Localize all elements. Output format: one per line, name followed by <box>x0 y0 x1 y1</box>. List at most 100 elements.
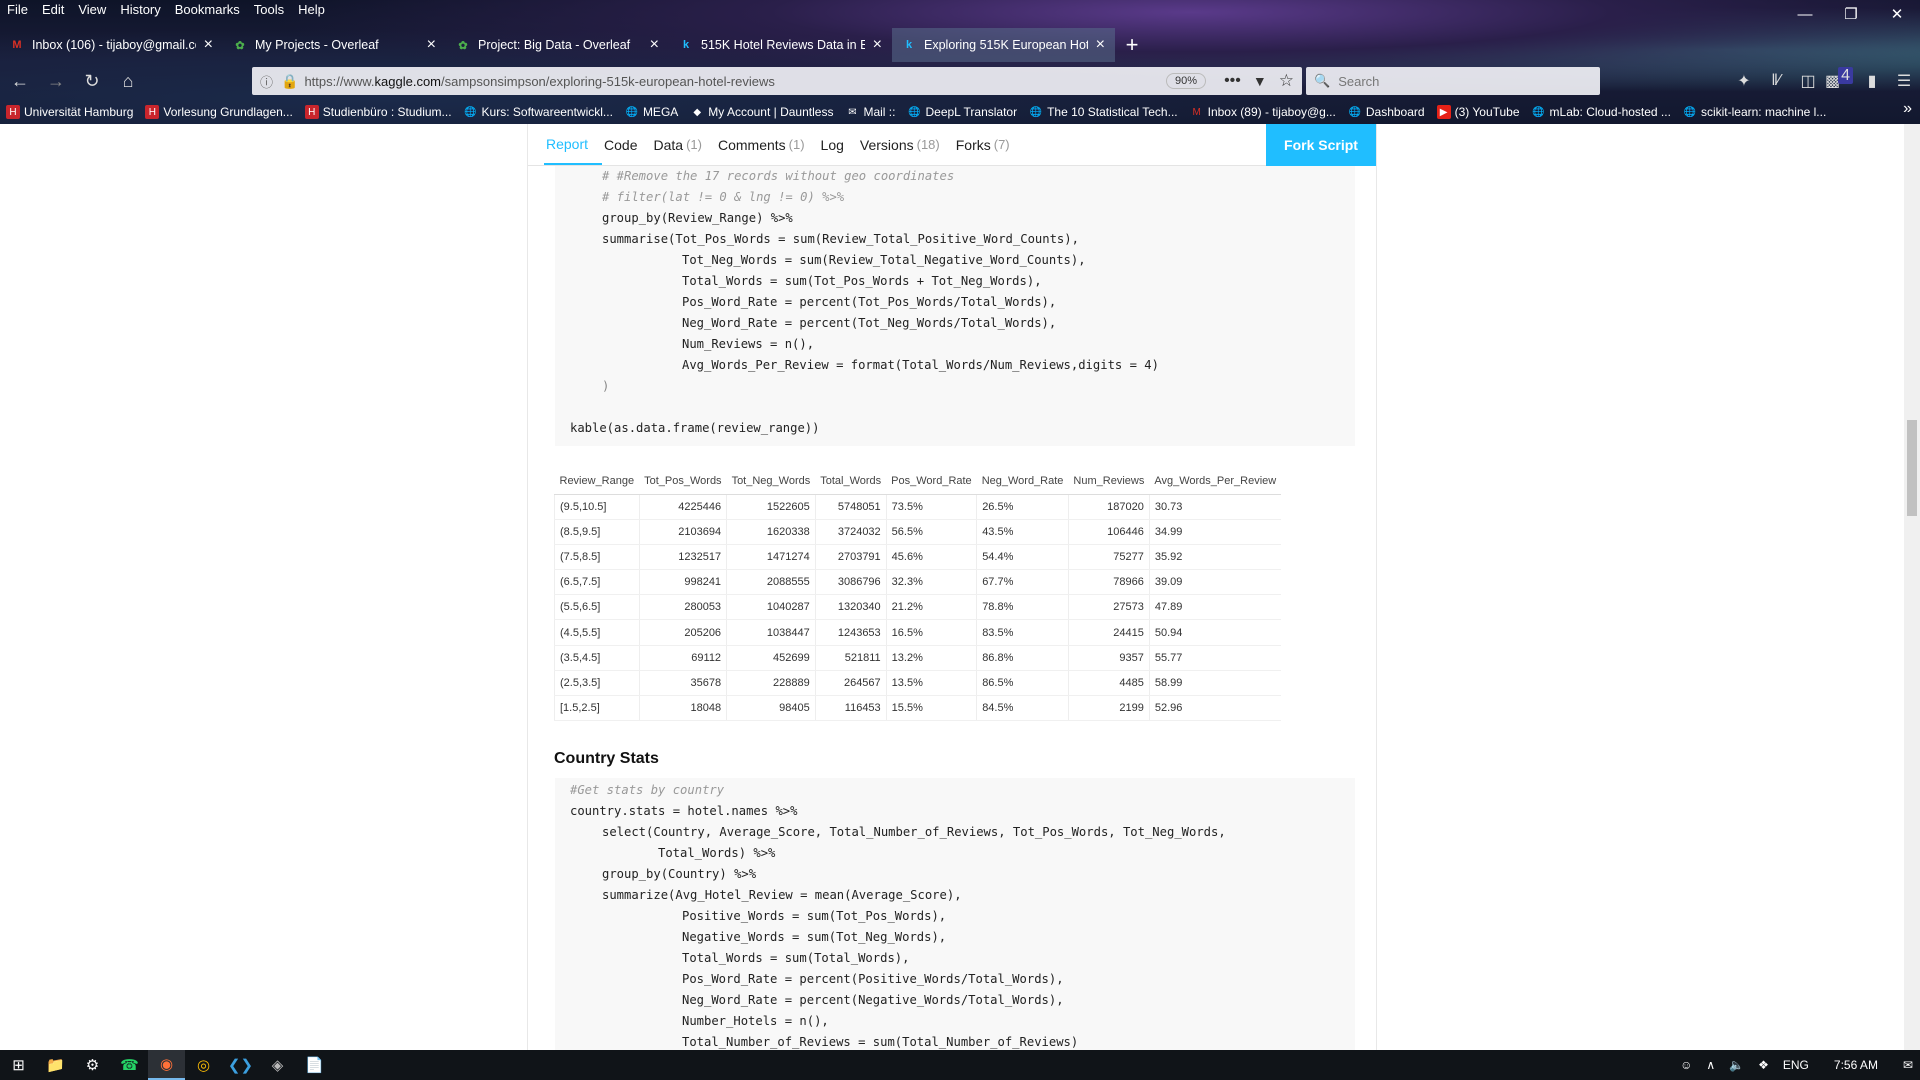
vscode-icon[interactable]: ❮❯ <box>222 1050 259 1080</box>
url-text: https://www.kaggle.com/sampsonsimpson/ex… <box>304 73 775 89</box>
menu-history[interactable]: History <box>113 0 167 20</box>
column-header: Tot_Neg_Words <box>726 468 816 495</box>
windows-start-icon[interactable]: ⊞ <box>0 1050 37 1080</box>
column-header: Tot_Pos_Words <box>639 468 727 495</box>
bookmark-item[interactable]: M Inbox (89) - tijaboy@g... <box>1184 105 1342 119</box>
globe-icon: 🌐 <box>1532 106 1545 118</box>
table-cell: 1522605 <box>726 494 816 520</box>
table-cell: 39.09 <box>1149 569 1282 596</box>
close-window-icon[interactable]: ✕ <box>1874 0 1920 28</box>
browser-tab[interactable]: ✿ My Projects - Overleaf × <box>223 28 446 62</box>
library-icon[interactable]: ‖⁄ <box>1760 72 1792 90</box>
steam-icon[interactable]: ⚙ <box>74 1050 111 1080</box>
minimize-icon[interactable]: — <box>1782 0 1828 28</box>
chrome-icon[interactable]: ◎ <box>185 1050 222 1080</box>
fork-script-button[interactable]: Fork Script <box>1266 124 1376 166</box>
search-input[interactable]: 🔍 Search <box>1306 67 1600 95</box>
menu-view[interactable]: View <box>71 0 113 20</box>
people-icon[interactable]: ☺ <box>1673 1058 1699 1072</box>
bookmark-item[interactable]: ✉ Mail :: <box>839 105 901 119</box>
tab-log[interactable]: Log <box>819 124 858 165</box>
bookmark-item[interactable]: H Vorlesung Grundlagen... <box>139 105 298 119</box>
tab-versions[interactable]: Versions (18) <box>858 124 954 165</box>
table-cell: 2103694 <box>639 519 728 545</box>
dropbox-icon[interactable]: ❖ <box>1751 1058 1776 1072</box>
table-row: (7.5,8.5] 1232517 1471274 2703791 45.6% 54.4%… <box>554 544 1282 571</box>
addon-icon[interactable]: ▮ <box>1856 71 1888 91</box>
sidebar-icon[interactable]: ◫ <box>1792 71 1824 91</box>
bookmark-item[interactable]: 🌐 mLab: Cloud-hosted ... <box>1526 105 1677 119</box>
language-indicator[interactable]: ENG <box>1776 1058 1816 1072</box>
new-tab-icon[interactable]: + <box>1115 28 1149 62</box>
browser-tab[interactable]: k 515K Hotel Reviews Data in Eur × <box>669 28 892 62</box>
code-line: Pos_Word_Rate = percent(Positive_Words/T… <box>682 972 1064 986</box>
close-tab-icon[interactable]: × <box>204 36 213 54</box>
menu-bookmarks[interactable]: Bookmarks <box>168 0 247 20</box>
code-line: Negative_Words = sum(Tot_Neg_Words), <box>682 930 947 944</box>
close-tab-icon[interactable]: × <box>1096 36 1105 54</box>
tab-forks[interactable]: Forks (7) <box>954 124 1024 165</box>
restore-icon[interactable]: ❐ <box>1828 0 1874 28</box>
bookmark-item[interactable]: 🌐 Kurs: Softwareentwickl... <box>458 105 619 119</box>
forward-icon[interactable]: → <box>40 65 72 97</box>
tab-code[interactable]: Code <box>602 124 651 165</box>
table-cell: 54.4% <box>976 544 1069 571</box>
zoom-level[interactable]: 90% <box>1166 73 1207 89</box>
scrollbar-thumb[interactable] <box>1907 420 1917 516</box>
table-cell: [1.5,2.5] <box>554 695 640 722</box>
menu-edit[interactable]: Edit <box>35 0 71 20</box>
home-icon[interactable]: ⌂ <box>112 65 144 97</box>
hamburger-menu-icon[interactable]: ☰ <box>1888 71 1920 91</box>
back-icon[interactable]: ← <box>4 65 36 97</box>
whatsapp-icon[interactable]: ☎ <box>111 1050 148 1080</box>
kernel-content: Report Code Data (1) Comments (1) Log Vers… <box>527 124 1377 1050</box>
account-icon[interactable]: ▩4 <box>1824 67 1856 91</box>
file-explorer-icon[interactable]: 📁 <box>37 1050 74 1080</box>
bookmark-item[interactable]: 🌐 scikit-learn: machine l... <box>1677 105 1832 119</box>
code-line: Total_Words) %>% <box>658 846 776 860</box>
volume-icon[interactable]: 🔈 <box>1722 1058 1751 1072</box>
reload-icon[interactable]: ↻ <box>76 65 108 97</box>
tab-report[interactable]: Report <box>544 124 603 165</box>
close-tab-icon[interactable]: × <box>650 36 659 54</box>
bookmark-item[interactable]: 🌐 The 10 Statistical Tech... <box>1023 105 1184 119</box>
notepad-icon[interactable]: 📄 <box>296 1050 333 1080</box>
tab-comments[interactable]: Comments (1) <box>716 124 819 165</box>
bookmark-item[interactable]: 🌐 MEGA <box>619 105 684 119</box>
browser-tab[interactable]: ✿ Project: Big Data - Overleaf × <box>446 28 669 62</box>
page-actions-icon[interactable]: ••• <box>1224 72 1241 90</box>
browser-tab[interactable]: M Inbox (106) - tijaboy@gmail.co × <box>0 28 223 62</box>
pocket-icon[interactable]: ▼ <box>1253 73 1267 89</box>
bookmark-item[interactable]: H Studienbüro : Studium... <box>299 105 458 119</box>
close-tab-icon[interactable]: × <box>427 36 436 54</box>
extension-icon[interactable]: ✦ <box>1728 71 1760 91</box>
firefox-icon[interactable]: ◉ <box>148 1050 185 1080</box>
bookmark-item[interactable]: H Universität Hamburg <box>0 105 139 119</box>
column-header: Avg_Words_Per_Review <box>1149 468 1282 495</box>
info-icon[interactable]: ⓘ <box>260 72 273 91</box>
bookmark-item[interactable]: 🌐 Dashboard <box>1342 105 1431 119</box>
table-row: (5.5,6.5] 280053 1040287 1320340 21.2% 78.8% 2… <box>554 594 1282 621</box>
notifications-icon[interactable]: ✉ <box>1896 1058 1920 1072</box>
code-line: Neg_Word_Rate = percent(Negative_Words/T… <box>682 993 1064 1007</box>
bookmark-star-icon[interactable]: ☆ <box>1279 71 1294 91</box>
app-icon[interactable]: ◈ <box>259 1050 296 1080</box>
address-bar[interactable]: ⓘ 🔒 https://www.kaggle.com/sampsonsimpso… <box>252 67 1302 95</box>
clock[interactable]: 7:56 AM <box>1816 1058 1896 1072</box>
bookmark-item[interactable]: ▶ (3) YouTube <box>1431 105 1526 119</box>
browser-tab-active[interactable]: k Exploring 515K European Hote × <box>892 28 1115 62</box>
menu-file[interactable]: File <box>0 0 35 20</box>
close-tab-icon[interactable]: × <box>873 36 882 54</box>
page-scrollbar[interactable] <box>1904 124 1920 1050</box>
tab-title: Inbox (106) - tijaboy@gmail.co <box>32 38 196 52</box>
show-hidden-icons-icon[interactable]: ∧ <box>1699 1058 1722 1072</box>
tab-title: My Projects - Overleaf <box>255 38 379 52</box>
menu-tools[interactable]: Tools <box>247 0 291 20</box>
bookmark-item[interactable]: 🌐 DeepL Translator <box>901 105 1023 119</box>
menu-help[interactable]: Help <box>291 0 332 20</box>
notification-badge: 4 <box>1838 67 1854 84</box>
tab-data[interactable]: Data (1) <box>652 124 716 165</box>
code-line: group_by(Review_Range) %>% <box>602 211 793 225</box>
bookmark-item[interactable]: ◆ My Account | Dauntless <box>684 105 839 119</box>
bookmarks-overflow-icon[interactable]: » <box>1903 100 1912 118</box>
